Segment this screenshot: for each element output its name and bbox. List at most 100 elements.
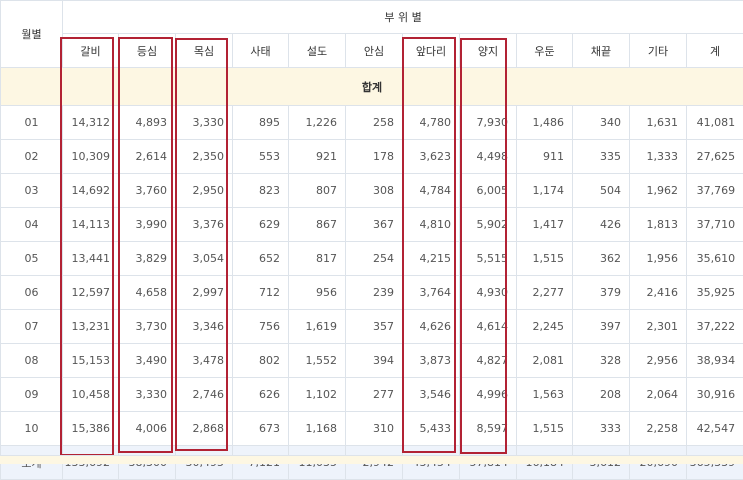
value-cell: 2,868 <box>176 412 233 446</box>
value-cell: 756 <box>233 310 289 344</box>
value-cell: 15,153 <box>63 344 119 378</box>
value-cell: 2,277 <box>517 276 573 310</box>
month-cell: 04 <box>1 208 63 242</box>
value-cell: 37,710 <box>687 208 743 242</box>
value-cell: 652 <box>233 242 289 276</box>
part-column-header: 우둔 <box>517 34 573 68</box>
value-cell: 426 <box>573 208 630 242</box>
table-row: 0210,3092,6142,3505539211783,6234,498911… <box>1 140 743 174</box>
month-cell: 03 <box>1 174 63 208</box>
value-cell: 27,625 <box>687 140 743 174</box>
value-cell: 1,956 <box>630 242 687 276</box>
value-cell: 362 <box>573 242 630 276</box>
value-cell: 35,610 <box>687 242 743 276</box>
value-cell: 4,784 <box>403 174 460 208</box>
value-cell: 3,346 <box>176 310 233 344</box>
part-column-header: 사태 <box>233 34 289 68</box>
value-cell: 1,486 <box>517 106 573 140</box>
value-cell: 712 <box>233 276 289 310</box>
value-cell: 35,925 <box>687 276 743 310</box>
sales-by-part-table: 월별 부 위 별 갈비등심목심사태설도안심앞다리양지우둔채끝기타계 합계 011… <box>0 0 743 480</box>
table-row: 0910,4583,3302,7466261,1022773,5464,9961… <box>1 378 743 412</box>
value-cell: 1,417 <box>517 208 573 242</box>
section-total-label: 합계 <box>1 68 743 106</box>
part-column-header: 설도 <box>289 34 346 68</box>
part-column-header: 등심 <box>119 34 176 68</box>
value-cell: 2,350 <box>176 140 233 174</box>
value-cell: 1,552 <box>289 344 346 378</box>
value-cell: 357 <box>346 310 403 344</box>
value-cell: 3,546 <box>403 378 460 412</box>
value-cell: 4,780 <box>403 106 460 140</box>
value-cell: 2,245 <box>517 310 573 344</box>
value-cell: 254 <box>346 242 403 276</box>
month-cell: 05 <box>1 242 63 276</box>
value-cell: 277 <box>346 378 403 412</box>
part-column-header: 기타 <box>630 34 687 68</box>
value-cell: 4,658 <box>119 276 176 310</box>
table-row: 0513,4413,8293,0546528172544,2155,5151,5… <box>1 242 743 276</box>
value-cell: 13,231 <box>63 310 119 344</box>
part-column-header: 채끝 <box>573 34 630 68</box>
value-cell: 258 <box>346 106 403 140</box>
value-cell: 1,619 <box>289 310 346 344</box>
value-cell: 13,441 <box>63 242 119 276</box>
month-column-header: 월별 <box>1 1 63 68</box>
value-cell: 2,997 <box>176 276 233 310</box>
value-cell: 2,950 <box>176 174 233 208</box>
value-cell: 4,215 <box>403 242 460 276</box>
part-column-header: 앞다리 <box>403 34 460 68</box>
value-cell: 397 <box>573 310 630 344</box>
value-cell: 3,054 <box>176 242 233 276</box>
value-cell: 310 <box>346 412 403 446</box>
value-cell: 2,081 <box>517 344 573 378</box>
table-row: 0114,3124,8933,3308951,2262584,7807,9301… <box>1 106 743 140</box>
month-cell: 07 <box>1 310 63 344</box>
part-column-header: 안심 <box>346 34 403 68</box>
value-cell: 340 <box>573 106 630 140</box>
value-cell: 14,692 <box>63 174 119 208</box>
value-cell: 553 <box>233 140 289 174</box>
table-row: 0612,5974,6582,9977129562393,7644,9302,2… <box>1 276 743 310</box>
value-cell: 7,930 <box>460 106 517 140</box>
value-cell: 4,626 <box>403 310 460 344</box>
value-cell: 2,416 <box>630 276 687 310</box>
month-cell: 06 <box>1 276 63 310</box>
value-cell: 895 <box>233 106 289 140</box>
value-cell: 4,006 <box>119 412 176 446</box>
value-cell: 5,515 <box>460 242 517 276</box>
value-cell: 2,258 <box>630 412 687 446</box>
value-cell: 4,498 <box>460 140 517 174</box>
value-cell: 3,829 <box>119 242 176 276</box>
value-cell: 328 <box>573 344 630 378</box>
value-cell: 42,547 <box>687 412 743 446</box>
value-cell: 308 <box>346 174 403 208</box>
value-cell: 2,301 <box>630 310 687 344</box>
value-cell: 4,893 <box>119 106 176 140</box>
month-cell: 10 <box>1 412 63 446</box>
value-cell: 802 <box>233 344 289 378</box>
value-cell: 14,312 <box>63 106 119 140</box>
table-row: 1015,3864,0062,8686731,1683105,4338,5971… <box>1 412 743 446</box>
value-cell: 956 <box>289 276 346 310</box>
value-cell: 867 <box>289 208 346 242</box>
data-table-panel: 월별 부 위 별 갈비등심목심사태설도안심앞다리양지우둔채끝기타계 합계 011… <box>0 0 743 463</box>
value-cell: 4,996 <box>460 378 517 412</box>
value-cell: 379 <box>573 276 630 310</box>
value-cell: 30,916 <box>687 378 743 412</box>
value-cell: 2,614 <box>119 140 176 174</box>
value-cell: 5,902 <box>460 208 517 242</box>
value-cell: 1,333 <box>630 140 687 174</box>
part-column-headers: 갈비등심목심사태설도안심앞다리양지우둔채끝기타계 <box>1 34 743 68</box>
value-cell: 3,873 <box>403 344 460 378</box>
value-cell: 1,102 <box>289 378 346 412</box>
value-cell: 3,376 <box>176 208 233 242</box>
value-cell: 3,330 <box>119 378 176 412</box>
value-cell: 239 <box>346 276 403 310</box>
value-cell: 1,174 <box>517 174 573 208</box>
value-cell: 3,330 <box>176 106 233 140</box>
value-cell: 3,490 <box>119 344 176 378</box>
value-cell: 1,515 <box>517 242 573 276</box>
value-cell: 3,760 <box>119 174 176 208</box>
part-column-header: 양지 <box>460 34 517 68</box>
